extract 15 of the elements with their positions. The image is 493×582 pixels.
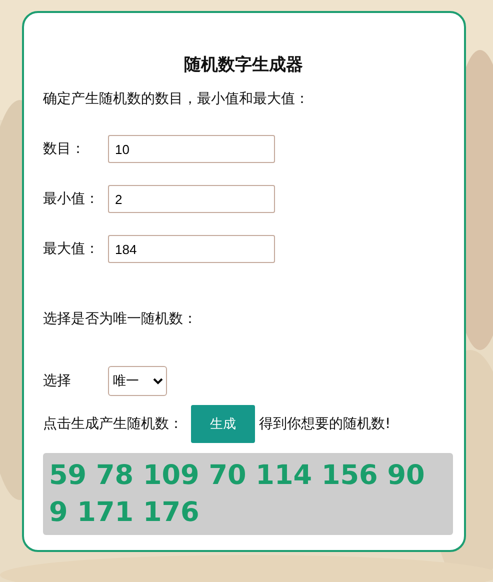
instruction-text: 选择是否为唯一随机数：: [43, 310, 198, 329]
generate-button[interactable]: 生成: [191, 405, 255, 443]
instruction-text: 点击生成产生随机数：: [43, 415, 183, 433]
field-label: 最大值：: [43, 240, 100, 258]
instruction-text: 确定产生随机数的数目，最小值和最大值：: [43, 90, 310, 109]
field-label: 数目：: [43, 140, 86, 158]
instruction-text: 得到你想要的随机数!: [259, 415, 391, 433]
input-field[interactable]: 2: [108, 185, 275, 213]
select-label: 选择: [43, 372, 72, 390]
input-field[interactable]: 10: [108, 135, 275, 163]
input-field[interactable]: 184: [108, 235, 275, 263]
page-title: 随机数字生成器: [183, 54, 304, 77]
field-label: 最小值：: [43, 190, 100, 208]
dropdown[interactable]: 唯一: [108, 366, 167, 396]
result-output: 59 78 109 70 114 156 90 9 171 176: [43, 453, 453, 535]
